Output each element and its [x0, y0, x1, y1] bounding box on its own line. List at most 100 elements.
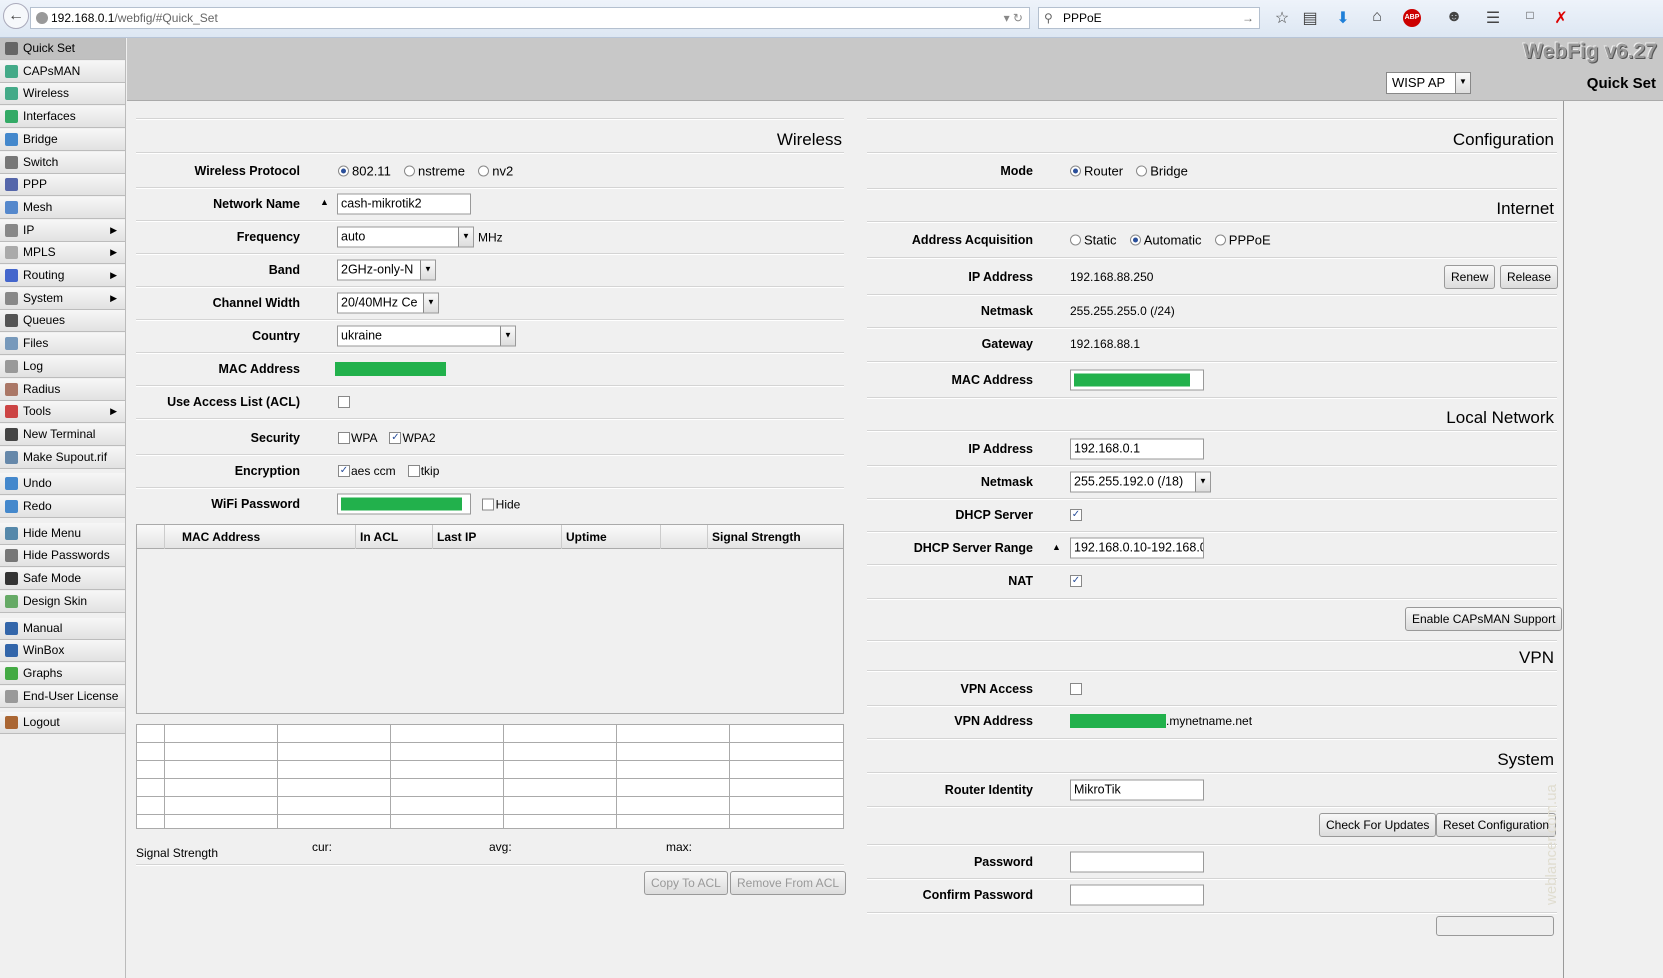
- sidebar-item-winbox[interactable]: WinBox: [0, 640, 125, 663]
- address-bar[interactable]: 192.168.0.1/webfig/#Quick_Set ▾ ↻: [30, 7, 1030, 29]
- signal-cur: cur:: [312, 840, 333, 854]
- radio-automatic[interactable]: [1129, 234, 1141, 246]
- download-icon[interactable]: ⬇: [1333, 8, 1353, 28]
- col-last-ip[interactable]: Last IP: [437, 530, 476, 544]
- password-input[interactable]: [1070, 851, 1204, 873]
- section-title-configuration: Configuration: [1452, 130, 1554, 149]
- sidebar-item-label: Logout: [23, 715, 60, 730]
- renew-button[interactable]: Renew: [1444, 265, 1496, 289]
- col-in-acl[interactable]: In ACL: [360, 530, 398, 544]
- kaspersky-icon[interactable]: ✗: [1551, 8, 1571, 28]
- sidebar-item-label: Wireless: [23, 86, 70, 101]
- col-uptime[interactable]: Uptime: [566, 530, 607, 544]
- band-select[interactable]: 2GHz-only-N ▼: [337, 259, 436, 281]
- chevron-down-icon: ▼: [458, 227, 473, 247]
- menu-item-icon: [5, 269, 18, 282]
- search-input[interactable]: ⚲ PPPoE →: [1038, 7, 1260, 29]
- bookmark-star-icon[interactable]: ☆: [1272, 8, 1292, 28]
- sidebar-item-capsman[interactable]: CAPsMAN: [0, 60, 125, 83]
- menu-item-icon: [5, 314, 18, 328]
- local-netmask-select[interactable]: 255.255.192.0 (/18) ▼: [1070, 471, 1211, 493]
- copy-to-acl-button[interactable]: Copy To ACL: [644, 871, 728, 895]
- apply-button[interactable]: [1436, 916, 1554, 936]
- sidebar-item-end-user-license[interactable]: End-User License: [0, 685, 125, 708]
- hide-checkbox[interactable]: [481, 498, 494, 510]
- wpa2-checkbox[interactable]: ✓: [389, 432, 402, 444]
- wireless-protocol-label: Wireless Protocol: [194, 164, 300, 178]
- radio-label: Static: [1084, 232, 1117, 248]
- radio-bridge[interactable]: [1136, 165, 1148, 177]
- extension-icon[interactable]: □: [1520, 8, 1540, 22]
- sidebar-item-quick-set[interactable]: Quick Set: [0, 38, 125, 60]
- network-name-input[interactable]: cash-mikrotik2: [337, 193, 471, 215]
- sidebar-item-design-skin[interactable]: Design Skin: [0, 590, 125, 613]
- radio-label: nstreme: [418, 163, 465, 179]
- col-mac[interactable]: MAC Address: [182, 530, 260, 544]
- collapse-triangle-icon[interactable]: ▲: [320, 197, 329, 207]
- grid-line: [277, 725, 278, 828]
- go-arrow-icon[interactable]: →: [1242, 8, 1254, 28]
- quickset-mode-select[interactable]: WISP AP ▼: [1386, 72, 1471, 94]
- nat-checkbox[interactable]: ✓: [1070, 575, 1082, 587]
- local-ip-input[interactable]: 192.168.0.1: [1070, 438, 1204, 460]
- internet-mac-input[interactable]: [1070, 369, 1204, 391]
- scrollbar[interactable]: [1563, 101, 1564, 978]
- reading-list-icon[interactable]: ▤: [1300, 8, 1320, 28]
- sidebar-item-safe-mode[interactable]: Safe Mode: [0, 568, 125, 591]
- home-icon[interactable]: ⌂: [1367, 8, 1387, 26]
- radio-802-11[interactable]: [338, 165, 349, 177]
- sidebar-item-mpls[interactable]: MPLS ▶: [0, 242, 125, 265]
- enable-capsman-button[interactable]: Enable CAPsMAN Support: [1405, 607, 1563, 631]
- sidebar-item-label: CAPsMAN: [23, 63, 81, 78]
- check-updates-button[interactable]: Check For Updates: [1319, 813, 1437, 837]
- vpn-access-checkbox[interactable]: [1070, 683, 1082, 695]
- channel-width-select[interactable]: 20/40MHz Ce ▼: [337, 292, 439, 314]
- collapse-triangle-icon[interactable]: ▲: [1052, 542, 1061, 552]
- country-select[interactable]: ukraine ▼: [337, 325, 516, 347]
- sidebar-item-logout[interactable]: Logout: [0, 712, 125, 735]
- sidebar-item-hide-passwords[interactable]: Hide Passwords: [0, 545, 125, 568]
- sidebar-item-hide-menu[interactable]: Hide Menu: [0, 522, 125, 545]
- confirm-password-label: Confirm Password: [922, 888, 1033, 902]
- menu-icon[interactable]: ☰: [1483, 8, 1503, 28]
- acl-checkbox[interactable]: [338, 396, 350, 408]
- radio-nstreme[interactable]: [404, 165, 416, 177]
- dhcp-server-checkbox[interactable]: ✓: [1070, 509, 1082, 521]
- release-button[interactable]: Release: [1500, 265, 1559, 289]
- section-title-local-network: Local Network: [1446, 408, 1554, 427]
- menu-item-icon: [5, 716, 18, 730]
- radio-pppoe[interactable]: [1214, 234, 1226, 246]
- watermark: weblancer.com.ua: [1543, 784, 1560, 905]
- chevron-down-icon: ▼: [420, 260, 435, 280]
- router-identity-input[interactable]: MikroTik: [1070, 779, 1204, 801]
- menu-item-icon: [5, 689, 18, 703]
- sidebar-item-manual[interactable]: Manual: [0, 617, 125, 640]
- checkbox-label: WPA2: [402, 431, 436, 445]
- confirm-password-input[interactable]: [1070, 884, 1204, 906]
- sidebar-item-interfaces[interactable]: Interfaces: [0, 106, 125, 129]
- wifi-password-input[interactable]: [337, 493, 471, 515]
- dhcp-range-input[interactable]: 192.168.0.10-192.168.0.:: [1070, 537, 1204, 559]
- radio-router[interactable]: [1070, 165, 1081, 177]
- wpa-checkbox[interactable]: [338, 432, 350, 444]
- back-button[interactable]: ←: [3, 3, 29, 29]
- aes-ccm-checkbox[interactable]: ✓: [338, 465, 350, 477]
- frequency-select[interactable]: auto ▼: [337, 226, 474, 248]
- radio-nv2[interactable]: [478, 165, 490, 177]
- sidebar-item-label: Design Skin: [23, 593, 88, 608]
- gateway-label: Gateway: [981, 337, 1033, 351]
- sidebar-item-bridge[interactable]: Bridge: [0, 128, 125, 151]
- reload-icon[interactable]: ▾ ↻: [1004, 8, 1023, 28]
- sidebar-item-wireless[interactable]: Wireless: [0, 83, 125, 106]
- reset-configuration-button[interactable]: Reset Configuration: [1436, 813, 1557, 837]
- sidebar-item-graphs[interactable]: Graphs: [0, 662, 125, 685]
- nat-label: NAT: [1008, 574, 1033, 588]
- tkip-checkbox[interactable]: [407, 465, 420, 477]
- menu-item-icon: [5, 572, 18, 586]
- menu-item-icon: [5, 450, 18, 464]
- chat-icon[interactable]: ☻: [1444, 8, 1464, 26]
- chevron-down-icon: ▼: [423, 293, 438, 313]
- adblock-icon[interactable]: ABP: [1403, 9, 1421, 27]
- radio-static[interactable]: [1070, 234, 1081, 246]
- internet-mac-label: MAC Address: [951, 373, 1034, 387]
